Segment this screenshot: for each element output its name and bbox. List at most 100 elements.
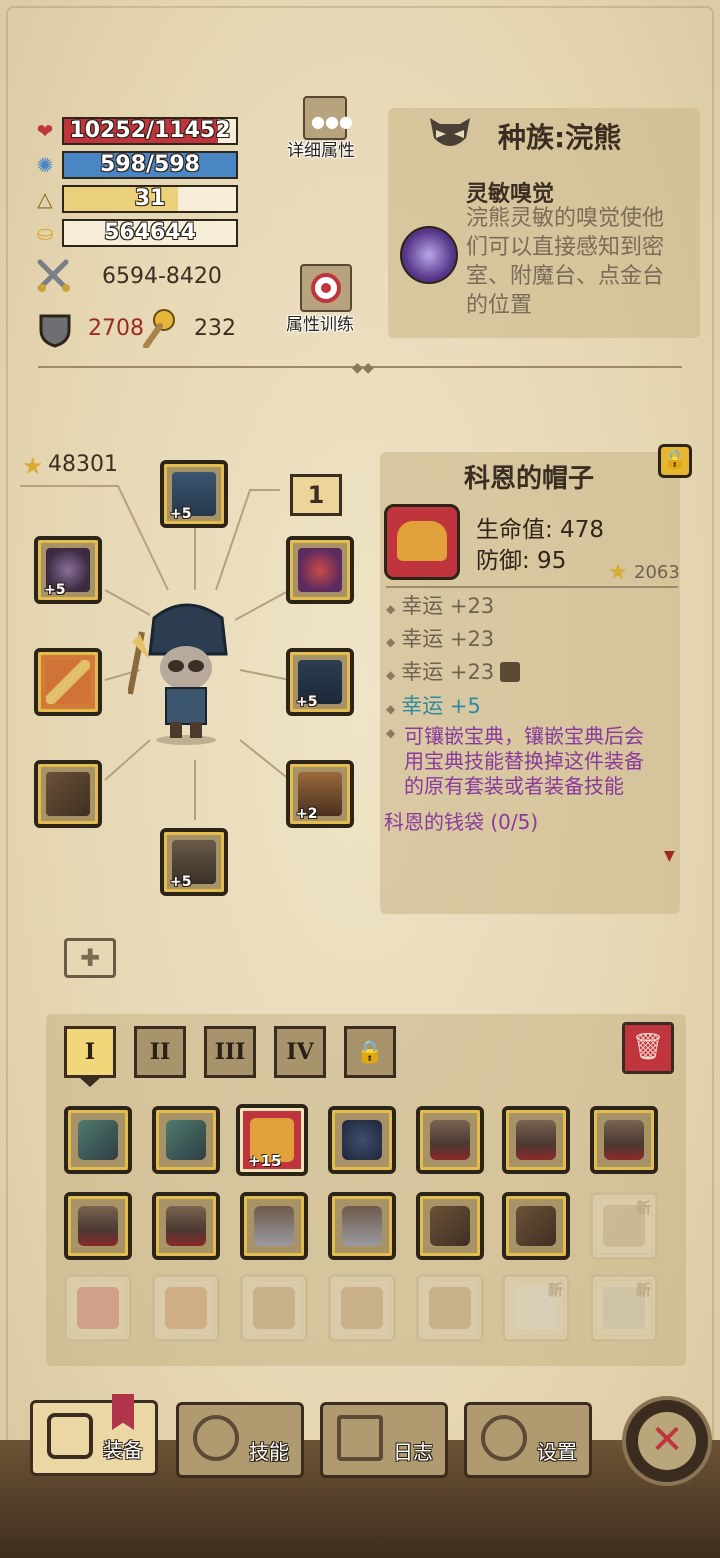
amulet-slot[interactable]	[286, 536, 354, 604]
affix-text: 幸运 +23	[401, 627, 495, 651]
inventory-slot[interactable]	[502, 1106, 570, 1174]
luck-icon	[140, 308, 178, 349]
item-icon-frame	[384, 504, 460, 580]
attribute-training-button[interactable]	[300, 264, 352, 312]
balloon-icon	[77, 1287, 119, 1329]
lock-icon[interactable]: 🔒	[658, 444, 692, 478]
raccoon-icon	[426, 114, 474, 154]
inventory-slot[interactable]	[328, 1192, 396, 1260]
diamond-icon: ◆	[386, 602, 396, 616]
weapon-slot[interactable]	[34, 648, 102, 716]
nav-skills-button[interactable]: 技能	[176, 1402, 304, 1478]
add-slot-button[interactable]: ✚	[64, 938, 116, 978]
inventory-slot-new[interactable]: 新	[502, 1274, 570, 1342]
tab-page-4[interactable]: IV	[274, 1026, 326, 1078]
affix-row: ◆ 幸运 +5	[386, 692, 481, 723]
inventory-slot-selected[interactable]: +15	[236, 1104, 308, 1176]
trash-button[interactable]: 🗑	[622, 1022, 674, 1074]
item-hp: 生命值: 478	[476, 517, 604, 543]
inventory-slot-new[interactable]: 新	[590, 1274, 658, 1342]
nav-settings-label: 设置	[537, 1440, 577, 1464]
nav-settings-button[interactable]: 设置	[464, 1402, 592, 1478]
new-tag: 新	[547, 1281, 563, 1299]
attribute-training-label: 属性训练	[286, 315, 354, 335]
level-value: 31	[134, 186, 166, 211]
defense-value: 2708	[88, 316, 144, 341]
inventory-slot[interactable]	[152, 1106, 220, 1174]
desc-line: 浣熊灵敏的嗅觉使他	[466, 206, 665, 231]
cape-slot[interactable]: +5	[286, 648, 354, 716]
expand-arrow-icon[interactable]	[500, 662, 521, 682]
inventory-slot-ghost[interactable]	[64, 1274, 132, 1342]
tab-page-2[interactable]: II	[134, 1026, 186, 1078]
inventory-slot[interactable]	[590, 1106, 658, 1174]
scroll-down-icon[interactable]: ▼	[664, 848, 675, 864]
inventory-slot[interactable]	[64, 1106, 132, 1174]
divider-ornament: ◆◆	[352, 360, 374, 376]
gloves-icon	[516, 1206, 556, 1246]
detail-attributes-button[interactable]: ●●●	[303, 96, 353, 140]
affix-text: 幸运 +23	[401, 660, 495, 684]
trash-icon: 🗑	[631, 1032, 665, 1062]
pants-slot[interactable]: +2	[286, 760, 354, 828]
crossed-swords-icon	[36, 258, 72, 294]
tab-locked[interactable]: 🔒	[344, 1026, 396, 1078]
tab-page-1[interactable]: I	[64, 1026, 116, 1078]
gloves-icon	[430, 1206, 470, 1246]
affix-text: 幸运 +23	[401, 594, 495, 618]
gloves-slot[interactable]	[34, 760, 102, 828]
inventory-slot[interactable]	[64, 1192, 132, 1260]
detail-attributes-label: 详细属性	[287, 141, 355, 161]
nav-log-button[interactable]: 日志	[320, 1402, 448, 1478]
leggings-icon	[342, 1206, 382, 1246]
keen-smell-skill-icon	[400, 226, 458, 284]
close-button[interactable]: ✕	[622, 1396, 712, 1486]
note-line: 可镶嵌宝典，镶嵌宝典后会	[404, 724, 644, 748]
inventory-slot-ghost[interactable]	[416, 1274, 484, 1342]
nav-equip-button[interactable]: 装备	[30, 1400, 158, 1476]
gold-bar: 564644	[62, 219, 238, 247]
equip-icon	[47, 1413, 93, 1459]
item-star-icon: ★	[608, 560, 628, 585]
inventory-slot[interactable]	[152, 1192, 220, 1260]
nav-equip-label: 装备	[103, 1438, 143, 1462]
diamond-icon: ◆	[386, 668, 396, 682]
helmet-slot[interactable]: +5	[160, 460, 228, 528]
target-icon	[311, 273, 341, 303]
pants-plus: +2	[296, 806, 318, 822]
set-name: 科恩的钱袋 (0/5)	[384, 810, 539, 834]
ring-slot[interactable]: +5	[34, 536, 102, 604]
affix-row: ◆ 幸运 +23	[386, 625, 494, 656]
note-line: 用宝典技能替换掉这件装备	[404, 749, 644, 773]
axe-icon	[78, 1120, 118, 1160]
desc-line: 的位置	[466, 293, 533, 318]
note-line: 的原有套装或者装备技能	[404, 774, 624, 798]
log-icon	[337, 1415, 383, 1461]
race-skill-description: 浣熊灵敏的嗅觉使他 们可以直接感知到密 室、附魔台、点金台 的位置	[466, 204, 664, 320]
boots-slot[interactable]: +5	[160, 828, 228, 896]
affix-row: ◆ 幸运 +23	[386, 592, 494, 623]
tab-page-3[interactable]: III	[204, 1026, 256, 1078]
heart-icon: ❤	[36, 119, 54, 143]
pumpkin-icon	[165, 1287, 207, 1329]
hp-bar: 10252/11452	[62, 117, 238, 145]
item-divider	[386, 586, 678, 588]
skills-icon	[193, 1415, 239, 1461]
inventory-slot-ghost[interactable]	[152, 1274, 220, 1342]
inventory-slot-new[interactable]: 新	[590, 1192, 658, 1260]
mana-bar: 598/598	[62, 151, 238, 179]
inventory-slot-ghost[interactable]	[240, 1274, 308, 1342]
inventory-slot[interactable]	[416, 1192, 484, 1260]
shield-icon	[38, 312, 72, 348]
gear-icon	[481, 1415, 527, 1461]
inventory-slot[interactable]	[240, 1192, 308, 1260]
armor-icon	[430, 1120, 470, 1160]
inventory-slot[interactable]	[502, 1192, 570, 1260]
lock-icon: 🔒	[356, 1039, 384, 1065]
inventory-slot[interactable]	[328, 1106, 396, 1174]
hat-icon	[397, 521, 447, 561]
axe-icon	[166, 1120, 206, 1160]
inventory-slot[interactable]	[416, 1106, 484, 1174]
armor-icon	[166, 1206, 206, 1246]
inventory-slot-ghost[interactable]	[328, 1274, 396, 1342]
